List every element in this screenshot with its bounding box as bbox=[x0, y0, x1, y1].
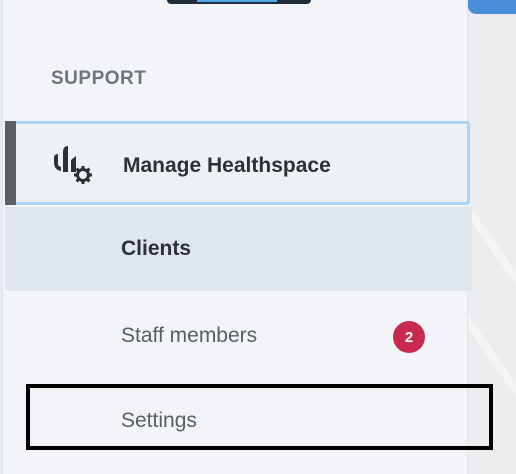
background-pattern bbox=[468, 277, 516, 463]
logo bbox=[167, 0, 311, 4]
manage-healthspace-icon bbox=[54, 146, 92, 184]
content-backdrop bbox=[468, 0, 516, 474]
sidebar-item-manage-healthspace[interactable]: Manage Healthspace bbox=[5, 121, 470, 205]
sidebar-subitem-settings[interactable]: Settings bbox=[5, 379, 472, 463]
sidebar-item-label: Manage Healthspace bbox=[123, 154, 331, 177]
sidebar-subitem-staff-members[interactable]: Staff members 2 bbox=[5, 294, 472, 378]
section-heading-support: SUPPORT bbox=[51, 68, 147, 89]
background-pattern bbox=[468, 137, 516, 323]
sidebar-subitem-clients[interactable]: Clients bbox=[5, 207, 472, 291]
top-bar-edge bbox=[468, 0, 516, 14]
logo-accent bbox=[197, 0, 277, 2]
sidebar-subitem-label: Settings bbox=[121, 409, 197, 432]
sidebar-subitem-label: Clients bbox=[121, 237, 192, 260]
sidebar: SUPPORT Manage Healthspace Clients Staff bbox=[2, 0, 472, 474]
active-indicator bbox=[5, 121, 16, 205]
notification-badge: 2 bbox=[393, 321, 425, 353]
sidebar-subitem-label: Staff members bbox=[121, 324, 258, 347]
